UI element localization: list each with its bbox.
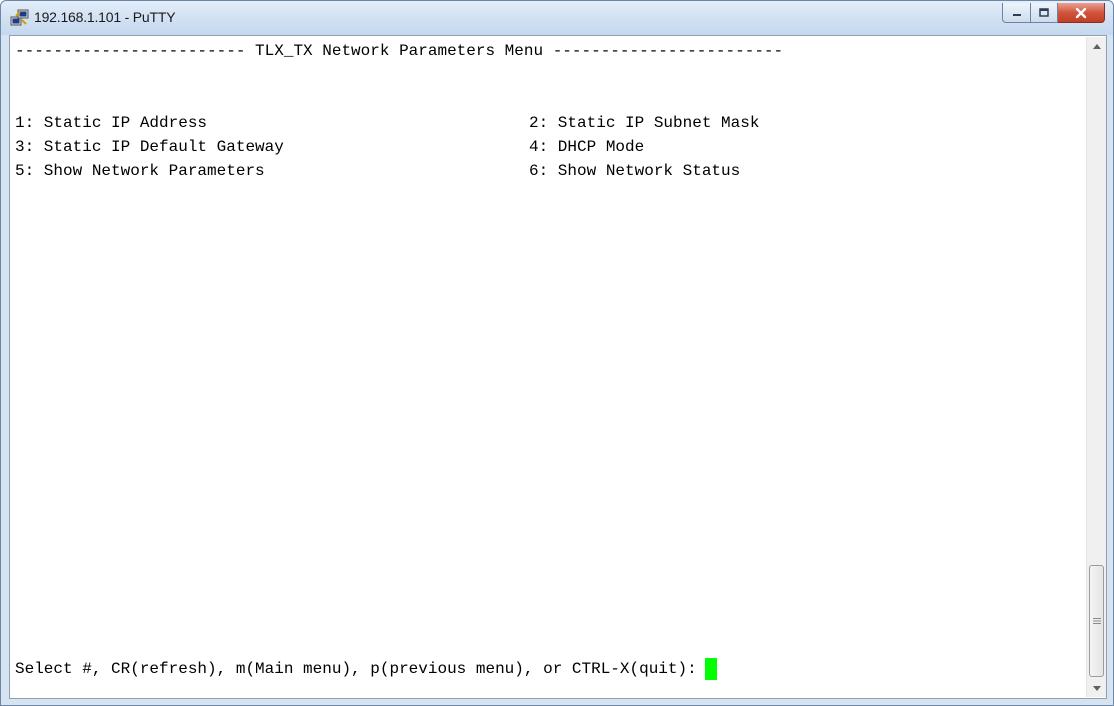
window-title: 192.168.1.101 - PuTTY	[34, 9, 176, 25]
grip-icon	[1092, 618, 1101, 624]
menu-item-5: 5: Show Network Parameters	[15, 162, 265, 180]
command-prompt-line: Select #, CR(refresh), m(Main menu), p(p…	[15, 657, 717, 681]
text-cursor[interactable]	[704, 658, 717, 680]
terminal-screen[interactable]: ------------------------ TLX_TX Network …	[11, 37, 1086, 697]
command-prompt: Select #, CR(refresh), m(Main menu), p(p…	[15, 660, 697, 678]
maximize-button[interactable]	[1031, 3, 1058, 23]
down-arrow-icon	[1093, 685, 1101, 691]
putty-icon	[10, 9, 29, 26]
up-arrow-icon	[1093, 43, 1101, 49]
maximize-icon	[1039, 7, 1049, 17]
close-icon	[1075, 7, 1087, 18]
scroll-down-button[interactable]	[1087, 679, 1107, 697]
title-bar[interactable]: 192.168.1.101 - PuTTY	[1, 1, 1113, 35]
close-button[interactable]	[1058, 3, 1105, 23]
minimize-button[interactable]	[1002, 3, 1031, 23]
menu-item-6: 6: Show Network Status	[529, 162, 741, 180]
menu-header: ------------------------ TLX_TX Network …	[15, 42, 784, 60]
menu-item-1: 1: Static IP Address	[15, 114, 208, 132]
minimize-icon	[1012, 13, 1021, 16]
vertical-scrollbar[interactable]	[1086, 37, 1106, 697]
window-controls	[1002, 3, 1105, 27]
scroll-up-button[interactable]	[1087, 37, 1107, 55]
scrollbar-thumb[interactable]	[1089, 565, 1104, 677]
menu-item-2: 2: Static IP Subnet Mask	[529, 114, 760, 132]
terminal-client-area: ------------------------ TLX_TX Network …	[9, 35, 1107, 699]
menu-item-3: 3: Static IP Default Gateway	[15, 138, 284, 156]
putty-window: 192.168.1.101 - PuTTY ------------------…	[0, 0, 1114, 706]
menu-item-4: 4: DHCP Mode	[529, 138, 645, 156]
